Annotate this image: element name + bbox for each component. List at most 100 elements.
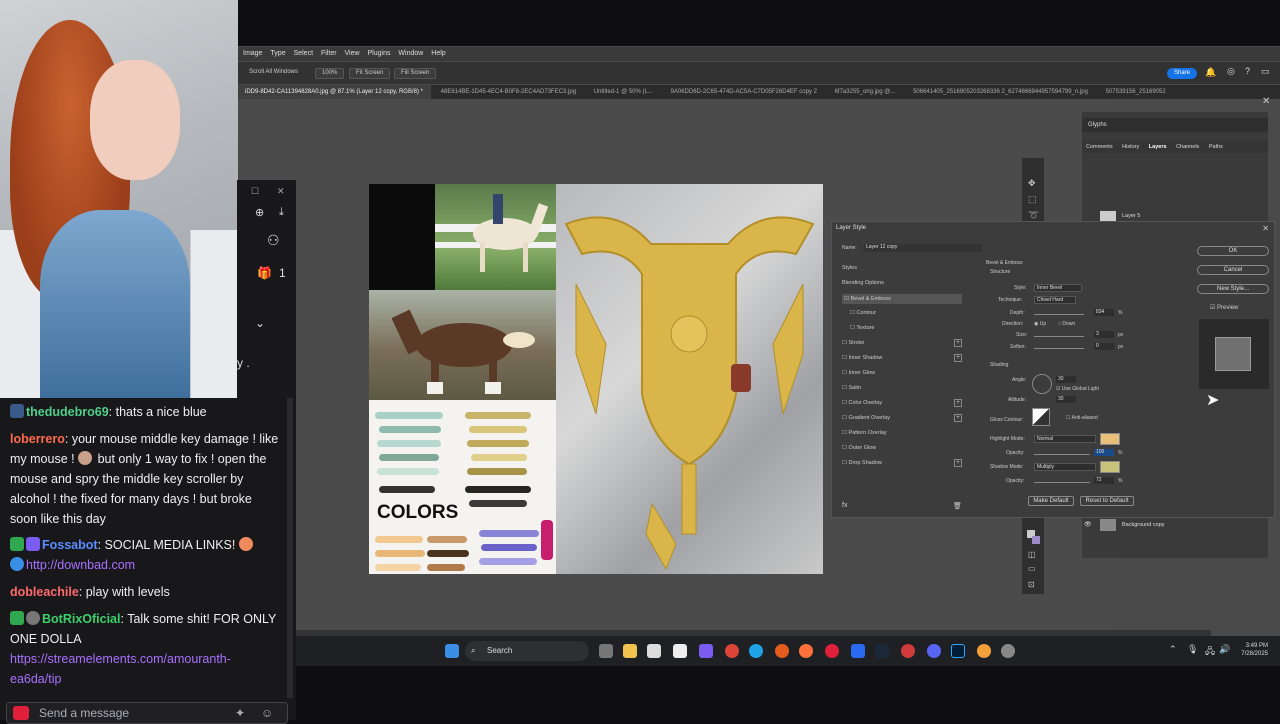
tab-doc-7[interactable]: 507539156_25169052 <box>1098 85 1174 99</box>
edit-toolbar-icon[interactable]: ⊡ <box>1028 580 1035 589</box>
file-explorer-icon[interactable] <box>623 644 637 658</box>
help-icon[interactable]: ? <box>1245 66 1250 76</box>
discover-icon[interactable]: ◎ <box>1227 66 1235 77</box>
chat-scrollbar[interactable] <box>287 398 293 698</box>
add-drop-shadow-icon[interactable]: + <box>954 459 962 467</box>
tab-doc-5[interactable]: 6f7a3255_orig.jpg @... <box>827 85 904 99</box>
add-color-overlay-icon[interactable]: + <box>954 399 962 407</box>
app-icon-3[interactable] <box>977 644 991 658</box>
direction-up-radio[interactable]: ◉ Up <box>1034 321 1046 327</box>
chat-input[interactable]: Send a message ✦ ☺ <box>6 702 288 724</box>
chat-username[interactable]: dobleachile <box>10 585 79 599</box>
chat-username[interactable]: thedudebro69 <box>26 405 109 419</box>
highlight-mode-dropdown[interactable]: Normal <box>1034 435 1096 443</box>
style-bevel-emboss[interactable]: ☑ Bevel & Emboss <box>842 294 962 304</box>
menu-view[interactable]: View <box>345 50 360 57</box>
tray-chevron-icon[interactable]: ⌃ <box>1169 644 1177 655</box>
style-contour[interactable]: ☐ Contour <box>850 310 970 316</box>
style-color-overlay[interactable]: ☐ Color Overlay + <box>842 399 962 407</box>
add-stroke-icon[interactable]: + <box>954 339 962 347</box>
style-gradient-overlay[interactable]: ☐ Gradient Overlay + <box>842 414 962 422</box>
shadow-opacity-slider[interactable] <box>1034 482 1090 483</box>
menu-filter[interactable]: Filter <box>321 50 337 57</box>
menu-plugins[interactable]: Plugins <box>368 50 391 57</box>
soften-slider[interactable] <box>1034 348 1084 349</box>
name-field[interactable]: Layer 12 copy <box>864 244 982 252</box>
zoom-100-button[interactable]: 100% <box>315 68 345 79</box>
opera-icon[interactable] <box>825 644 839 658</box>
chat-username[interactable]: loberrero <box>10 432 65 446</box>
size-slider[interactable] <box>1034 336 1084 337</box>
style-texture[interactable]: ☐ Texture <box>850 325 970 331</box>
firefox-icon[interactable] <box>799 644 813 658</box>
style-satin[interactable]: ☐ Satin <box>842 385 962 391</box>
copilot-icon[interactable] <box>699 644 713 658</box>
task-view-icon[interactable] <box>599 644 613 658</box>
tab-doc-2[interactable]: 48E614BE-1D45-4EC4-B0F8-2EC4AD73FEC3.jpg <box>433 85 584 99</box>
community-icon[interactable]: ⚇ <box>267 232 280 249</box>
obs-icon[interactable] <box>901 644 915 658</box>
direction-down-radio[interactable]: ○ Down <box>1058 321 1075 327</box>
steam-icon[interactable] <box>875 644 889 658</box>
glyphs-panel-header[interactable]: Glyphs <box>1082 118 1268 132</box>
workspace-icon[interactable]: ▭ <box>1261 66 1270 77</box>
ok-button[interactable]: OK <box>1197 246 1269 256</box>
app-icon-1[interactable] <box>647 644 661 658</box>
new-style-button[interactable]: New Style... <box>1197 284 1269 294</box>
screen-mode-icon[interactable]: ▭ <box>1028 564 1036 573</box>
add-inner-shadow-icon[interactable]: + <box>954 354 962 362</box>
size-input[interactable]: 3 <box>1094 331 1114 338</box>
clock[interactable]: 3:49 PM 7/28/2025 <box>1241 642 1268 658</box>
gloss-contour-preview[interactable] <box>1032 408 1050 426</box>
restore-icon[interactable]: ☐ <box>251 186 259 197</box>
chevron-down-icon[interactable]: ⌄ <box>255 316 265 330</box>
network-icon[interactable]: 🖧 <box>1205 644 1215 660</box>
fx-icon[interactable]: fx <box>842 502 962 509</box>
layer-5-name[interactable]: Layer 5 <box>1122 213 1140 219</box>
anti-aliased-checkbox[interactable]: ☐ Anti-aliased <box>1066 415 1098 421</box>
bell-icon[interactable]: 🔔 <box>1205 67 1216 78</box>
add-gradient-overlay-icon[interactable]: + <box>954 414 962 422</box>
discord-icon[interactable] <box>927 644 941 658</box>
style-stroke[interactable]: ☐ Stroke + <box>842 339 962 347</box>
calendar-icon[interactable] <box>673 644 687 658</box>
volume-icon[interactable]: 🔊 <box>1219 644 1230 655</box>
chat-link[interactable]: https://streamelements.com/amouranth-ea6… <box>10 652 231 686</box>
chat-username[interactable]: BotRixOficial <box>42 612 121 626</box>
style-pattern-overlay[interactable]: ☐ Pattern Overlay <box>842 430 962 436</box>
edge-icon[interactable] <box>749 644 763 658</box>
close-icon[interactable]: ✕ <box>1262 224 1269 233</box>
fill-screen-button[interactable]: Fill Screen <box>394 68 437 79</box>
global-light-checkbox[interactable]: ☑ Use Global Light <box>1056 386 1099 392</box>
menu-help[interactable]: Help <box>431 50 445 57</box>
mic-icon[interactable]: 🎙 <box>1187 644 1198 655</box>
preview-checkbox[interactable]: ☑ Preview <box>1210 304 1238 311</box>
tab-paths[interactable]: Paths <box>1209 144 1223 150</box>
share-button[interactable]: Share <box>1167 68 1198 79</box>
app-icon-2[interactable] <box>851 644 865 658</box>
marquee-tool-icon[interactable]: ⬚ <box>1028 194 1037 205</box>
chat-close-icon[interactable]: ✕ <box>277 186 285 197</box>
photoshop-icon[interactable] <box>951 644 965 658</box>
gift-icon[interactable]: 🎁 <box>257 266 272 280</box>
tab-doc-6[interactable]: 506641405_2516905203268336 2_62748669449… <box>905 85 1096 99</box>
menu-select[interactable]: Select <box>294 50 313 57</box>
menu-type[interactable]: Type <box>270 50 285 57</box>
make-default-button[interactable]: Make Default <box>1028 496 1074 506</box>
cancel-button[interactable]: Cancel <box>1197 265 1269 275</box>
tab-channels[interactable]: Channels <box>1176 144 1199 150</box>
altitude-input[interactable]: 30 <box>1056 396 1076 403</box>
emoji-icon[interactable]: ☺ <box>261 703 273 723</box>
quick-mask-icon[interactable]: ◫ <box>1028 550 1036 559</box>
highlight-color-swatch[interactable] <box>1100 433 1120 445</box>
chat-link[interactable]: http://downbad.com <box>26 558 135 572</box>
tab-doc-4[interactable]: 9A06DD6D-2C65-474D-AC5A-C7D05F26D4EF cop… <box>663 85 825 99</box>
angle-input[interactable]: 30 <box>1056 376 1076 383</box>
style-blending-options[interactable]: Blending Options <box>842 280 962 286</box>
background-copy-layer[interactable]: Background copy <box>1122 522 1165 528</box>
style-outer-glow[interactable]: ☐ Outer Glow <box>842 445 962 451</box>
fit-screen-button[interactable]: Fit Screen <box>349 68 391 79</box>
reset-default-button[interactable]: Reset to Default <box>1080 496 1134 506</box>
artwork-canvas[interactable]: COLORS <box>369 184 823 574</box>
zoom-icon[interactable]: ⊕ <box>255 206 264 219</box>
